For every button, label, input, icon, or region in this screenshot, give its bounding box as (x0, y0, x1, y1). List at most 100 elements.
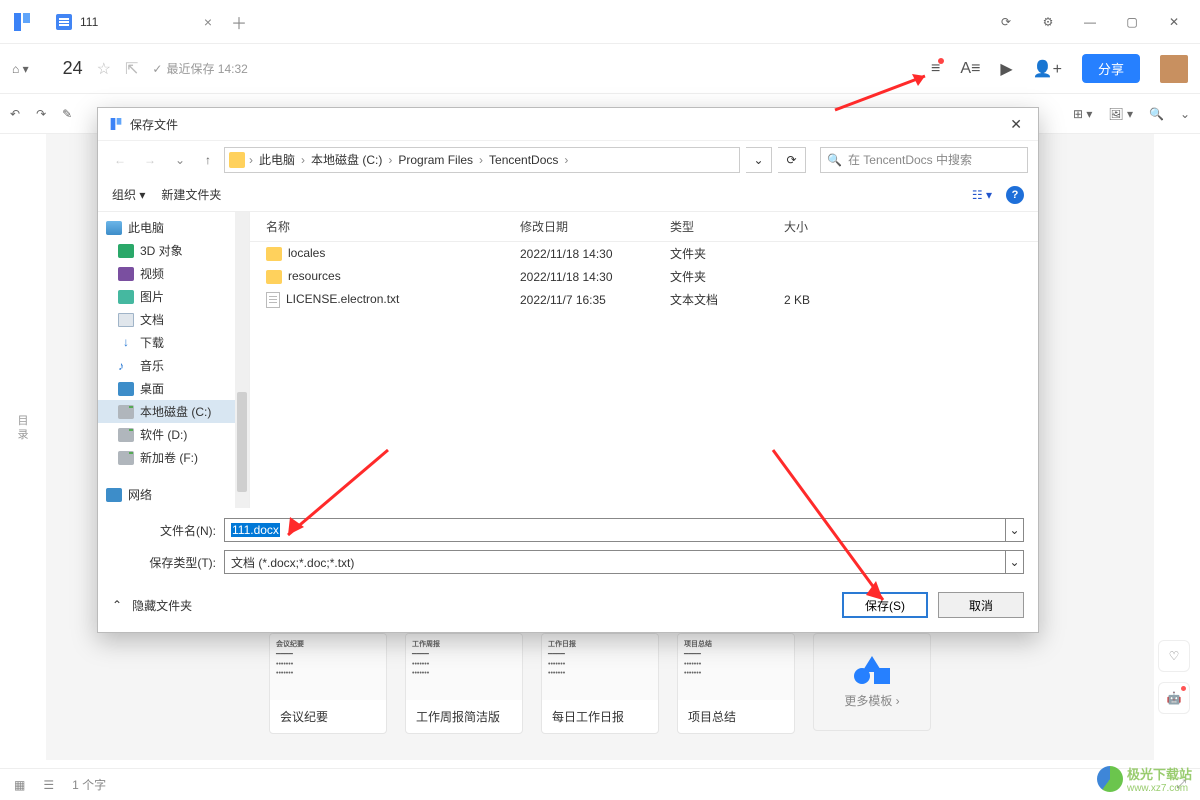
tree-node[interactable]: 3D 对象 (98, 239, 249, 262)
filename-label: 文件名(N): (112, 522, 224, 539)
file-list-header[interactable]: 名称 修改日期 类型 大小 (250, 212, 1038, 242)
cancel-button[interactable]: 取消 (938, 592, 1024, 618)
search-icon[interactable]: 🔍 (1149, 107, 1164, 121)
window-maximize-icon[interactable]: ▢ (1112, 6, 1152, 38)
tab-title: 111 (80, 15, 98, 29)
save-status: ✓最近保存 14:32 (152, 60, 247, 77)
more-icon[interactable]: ⌄ (1180, 107, 1190, 121)
tree-node[interactable]: 软件 (D:) (98, 423, 249, 446)
document-tab[interactable]: 111 × (44, 5, 224, 39)
add-user-icon[interactable]: 👤+ (1033, 59, 1062, 79)
redo-icon[interactable]: ↷ (36, 107, 46, 121)
undo-icon[interactable]: ↶ (10, 107, 20, 121)
col-date[interactable]: 修改日期 (514, 218, 664, 235)
sync-icon[interactable]: ⟳ (986, 6, 1026, 38)
tree-node[interactable]: 视频 (98, 262, 249, 285)
window-close-icon[interactable]: ✕ (1154, 6, 1194, 38)
like-icon[interactable]: ♡ (1158, 640, 1190, 672)
image-icon[interactable]: 🖼 ▾ (1108, 107, 1133, 121)
assistant-icon[interactable]: 🤖 (1158, 682, 1190, 714)
filename-input[interactable]: 111.docx (224, 518, 1006, 542)
tree-scrollbar[interactable] (235, 212, 249, 508)
tree-node-label: 图片 (140, 288, 164, 305)
breadcrumb-segment[interactable]: TencentDocs (487, 153, 560, 167)
nav-forward-icon[interactable]: → (138, 153, 162, 167)
breadcrumb-dropdown-icon[interactable]: ⌄ (746, 147, 772, 173)
breadcrumb-bar[interactable]: › 此电脑›本地磁盘 (C:)›Program Files›TencentDoc… (224, 147, 740, 173)
dialog-search-input[interactable]: 🔍 在 TencentDocs 中搜索 (820, 147, 1028, 173)
tree-node[interactable]: 图片 (98, 285, 249, 308)
doc-icon (118, 313, 134, 327)
filetype-dropdown-icon[interactable]: ⌄ (1006, 550, 1024, 574)
tree-node[interactable]: 新加卷 (F:) (98, 446, 249, 469)
insert-icon[interactable]: ⊞ ▾ (1073, 107, 1092, 121)
col-type[interactable]: 类型 (664, 218, 778, 235)
dialog-title: 保存文件 (130, 116, 178, 133)
star-icon[interactable]: ☆ (97, 59, 111, 79)
caret-icon[interactable]: ⌃ (112, 598, 122, 612)
view-grid-icon[interactable]: ▦ (14, 778, 25, 792)
breadcrumb-segment[interactable]: 此电脑 (257, 151, 297, 168)
refresh-icon[interactable]: ⟳ (778, 147, 806, 173)
app-logo[interactable] (0, 0, 44, 44)
tree-node[interactable]: 桌面 (98, 377, 249, 400)
home-button[interactable]: ⌂ ▾ (12, 62, 29, 76)
file-row[interactable]: resources2022/11/18 14:30文件夹 (250, 265, 1038, 288)
share-button[interactable]: 分享 (1082, 54, 1140, 83)
nav-up-icon[interactable]: ↑ (198, 153, 218, 167)
dialog-toolbar: 组织 ▾ 新建文件夹 ☷ ▾ ? (98, 178, 1038, 212)
font-style-icon[interactable]: A≡ (960, 60, 980, 78)
filetype-value: 文档 (*.docx;*.doc;*.txt) (231, 554, 354, 571)
outline-label[interactable]: 目录 (18, 414, 29, 442)
nav-back-icon[interactable]: ← (108, 153, 132, 167)
file-row[interactable]: locales2022/11/18 14:30文件夹 (250, 242, 1038, 265)
template-card[interactable]: 会议纪要━━━━••••••••••••••会议纪要 (269, 633, 387, 734)
tree-node-label: 视频 (140, 265, 164, 282)
save-file-dialog: 保存文件 ✕ ← → ⌄ ↑ › 此电脑›本地磁盘 (C:)›Program F… (97, 107, 1039, 633)
view-mode-icon[interactable]: ☷ ▾ (972, 188, 992, 202)
window-minimize-icon[interactable]: — (1070, 6, 1110, 38)
filename-dropdown-icon[interactable]: ⌄ (1006, 518, 1024, 542)
new-folder-button[interactable]: 新建文件夹 (161, 186, 221, 203)
right-float-tools: ♡ 🤖 (1158, 640, 1190, 714)
dropdown-history-icon[interactable]: ⌄ (168, 153, 192, 167)
settings-gear-icon[interactable]: ⚙ (1028, 6, 1068, 38)
hide-folders-link[interactable]: 隐藏文件夹 (132, 597, 192, 614)
tree-node[interactable]: 此电脑 (98, 216, 249, 239)
save-button[interactable]: 保存(S) (842, 592, 928, 618)
drv-icon (118, 428, 134, 442)
present-icon[interactable]: ▶ (1000, 59, 1012, 79)
avatar[interactable] (1160, 55, 1188, 83)
tree-node-label: 音乐 (140, 357, 164, 374)
col-name[interactable]: 名称 (260, 218, 514, 235)
tree-node-label: 新加卷 (F:) (140, 449, 198, 466)
view-page-icon[interactable]: ☰ (43, 778, 54, 792)
format-paint-icon[interactable]: ✎ (62, 107, 72, 121)
tree-node-label: 桌面 (140, 380, 164, 397)
tree-node[interactable]: 本地磁盘 (C:) (98, 400, 249, 423)
breadcrumb-segment[interactable]: Program Files (396, 153, 475, 167)
tree-node[interactable]: ♪音乐 (98, 354, 249, 377)
more-templates-button[interactable]: 更多模板 › (813, 633, 931, 731)
close-tab-icon[interactable]: × (204, 14, 212, 30)
organize-menu[interactable]: 组织 ▾ (112, 186, 145, 203)
filetype-select[interactable]: 文档 (*.docx;*.doc;*.txt) (224, 550, 1006, 574)
tree-node-label: 下载 (140, 334, 164, 351)
breadcrumb-segment[interactable]: 本地磁盘 (C:) (309, 151, 384, 168)
help-icon[interactable]: ? (1006, 186, 1024, 204)
folder-tree[interactable]: 此电脑3D 对象视频图片文档 ↓ 下载 ♪音乐桌面本地磁盘 (C:)软件 (D:) 新加… (98, 212, 250, 508)
tree-node[interactable]: 文档 (98, 308, 249, 331)
chevron-right-icon: › (386, 153, 394, 167)
template-card[interactable]: 工作日报━━━━••••••••••••••每日工作日报 (541, 633, 659, 734)
tree-node[interactable]: 网络 (98, 483, 249, 506)
template-card[interactable]: 工作周报━━━━••••••••••••••工作周报简洁版 (405, 633, 523, 734)
menu-icon[interactable]: ≡ (931, 60, 940, 78)
file-row[interactable]: LICENSE.electron.txt2022/11/7 16:35文本文档2… (250, 288, 1038, 311)
template-card[interactable]: 项目总结━━━━••••••••••••••项目总结 (677, 633, 795, 734)
dialog-close-icon[interactable]: ✕ (1004, 116, 1028, 133)
tree-node[interactable]: ↓ 下载 (98, 331, 249, 354)
new-tab-button[interactable]: ＋ (224, 10, 254, 34)
col-size[interactable]: 大小 (778, 218, 1028, 235)
link-icon[interactable]: ⇱ (125, 59, 138, 79)
dl-icon: ↓ (118, 336, 134, 350)
